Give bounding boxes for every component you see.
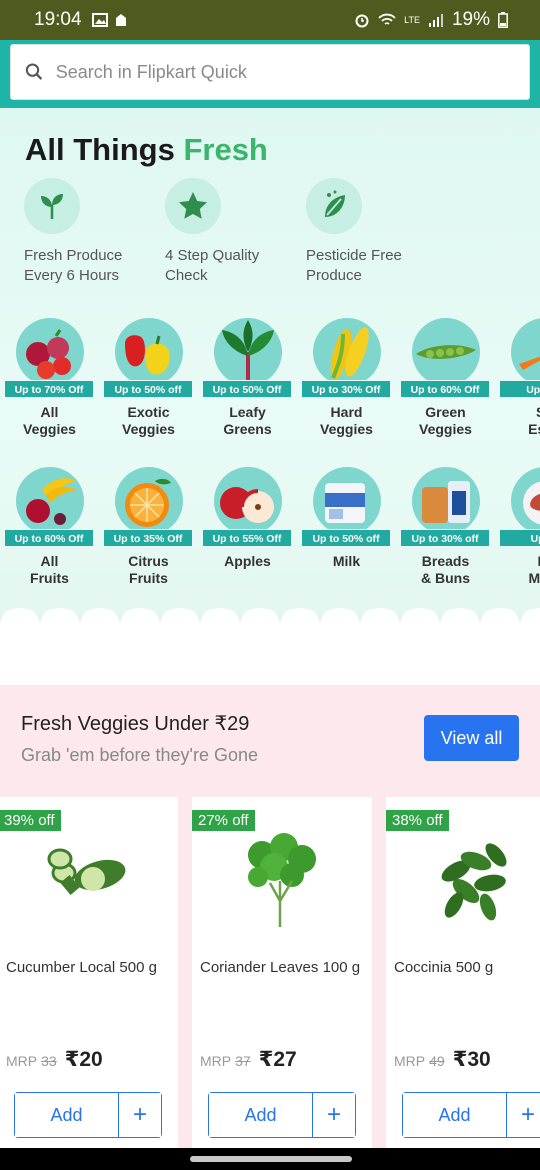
category-green-veggies[interactable]: Up to 60% Off Green Veggies	[396, 318, 495, 438]
discount-badge: 38% off	[386, 810, 449, 831]
wifi-icon	[378, 13, 396, 25]
corn-icon	[330, 327, 369, 380]
category-salad-essentials[interactable]: Up to 3 Sa Esse	[495, 318, 540, 438]
battery-icon	[498, 12, 508, 28]
scalloped-edge	[0, 608, 540, 628]
category-all-fruits[interactable]: Up to 60% Off All Fruits	[0, 467, 99, 587]
search-input[interactable]	[55, 61, 515, 83]
product-card-cucumber[interactable]: 39% off Cucumber Local 500 g MRP 33 ₹20 …	[0, 797, 178, 1148]
selling-price: ₹20	[64, 1048, 103, 1071]
feature-item: 4 Step Quality Check	[165, 178, 306, 286]
apple-icon	[219, 487, 274, 523]
discount-badge: 27% off	[192, 810, 255, 831]
add-control: Add +	[208, 1092, 356, 1138]
plus-button[interactable]: +	[313, 1093, 355, 1137]
status-bar: 19:04 LTE 19%	[0, 0, 540, 40]
plus-button[interactable]: +	[507, 1093, 540, 1137]
product-card-coccinia[interactable]: 38% off Coccinia 500 g MRP 49 ₹30 Add +	[386, 797, 540, 1148]
section-title: All Things Fresh	[25, 132, 268, 167]
selling-price: ₹27	[258, 1048, 297, 1071]
view-all-button[interactable]: View all	[424, 715, 519, 761]
bread-icon	[421, 481, 470, 523]
add-button[interactable]: Add	[15, 1093, 119, 1137]
deals-subtitle: Grab 'em before they're Gone	[21, 745, 258, 765]
gallery-icon	[91, 13, 108, 27]
feature-item: Pesticide Free Produce	[306, 178, 447, 286]
fresh-section: All Things Fresh Fresh Produce Every 6 H…	[0, 108, 540, 628]
leafy-greens-icon	[221, 320, 274, 384]
home-gesture-handle[interactable]	[190, 1156, 352, 1162]
status-time: 19:04	[34, 9, 82, 30]
product-name: Cucumber Local 500 g	[6, 959, 157, 976]
category-all-veggies[interactable]: Up to 70% Off All Veggies	[0, 318, 99, 438]
feature-list: Fresh Produce Every 6 Hours 4 Step Quali…	[24, 178, 447, 286]
add-control: Add +	[402, 1092, 540, 1138]
alarm-icon	[355, 14, 369, 28]
carrot-icon	[518, 356, 540, 370]
meat-icon	[522, 481, 540, 525]
coccinia-icon	[441, 843, 507, 921]
feature-item: Fresh Produce Every 6 Hours	[24, 178, 165, 286]
star-icon	[179, 192, 207, 219]
milk-pack-icon	[324, 483, 365, 523]
cucumber-icon	[47, 848, 126, 895]
product-name: Coccinia 500 g	[394, 959, 494, 976]
category-leafy-greens[interactable]: Up to 50% Off Leafy Greens	[198, 318, 297, 438]
category-milk[interactable]: Up to 50% off Milk	[297, 467, 396, 587]
category-citrus-fruits[interactable]: Up to 35% Off Citrus Fruits	[99, 467, 198, 587]
mrp-value: 37	[235, 1053, 251, 1069]
peas-icon	[415, 345, 476, 359]
category-fresh-meat[interactable]: Up to Fr Meat	[495, 467, 540, 587]
leaf-drop-icon	[325, 190, 345, 217]
deals-title: Fresh Veggies Under ₹29	[21, 713, 250, 735]
mrp-value: 49	[429, 1053, 445, 1069]
category-row: Up to 60% Off All Fruits Up to 35% Off C…	[0, 467, 540, 587]
discount-badge: 39% off	[0, 810, 61, 831]
orange-icon	[124, 478, 171, 527]
gesture-nav-bar	[0, 1148, 540, 1170]
product-card-coriander[interactable]: 27% off Coriander Leaves 100 g MRP 37 ₹2…	[192, 797, 372, 1148]
product-name: Coriander Leaves 100 g	[200, 959, 361, 976]
battery-percent: 19%	[451, 9, 490, 30]
signal-icon	[428, 14, 443, 27]
add-button[interactable]: Add	[209, 1093, 313, 1137]
bell-pepper-icon	[124, 335, 170, 375]
plus-button[interactable]: +	[119, 1093, 161, 1137]
category-hard-veggies[interactable]: Up to 30% Off Hard Veggies	[297, 318, 396, 438]
fresh-veggies-deals: Fresh Veggies Under ₹29 Grab 'em before …	[0, 685, 540, 1148]
leaf-sprout-icon	[41, 194, 63, 219]
coriander-icon	[248, 833, 316, 927]
search-bar[interactable]	[10, 44, 530, 100]
mrp-value: 33	[41, 1053, 57, 1069]
search-icon	[25, 63, 43, 80]
search-header	[0, 40, 540, 108]
network-type: LTE	[404, 14, 420, 25]
category-row: Up to 70% Off All Veggies Up to 50% off …	[0, 318, 540, 438]
add-control: Add +	[14, 1092, 162, 1138]
fruits-icon	[25, 478, 76, 525]
selling-price: ₹30	[452, 1048, 491, 1071]
category-breads-buns[interactable]: Up to 30% off Breads & Buns	[396, 467, 495, 587]
category-apples[interactable]: Up to 55% Off Apples	[198, 467, 297, 587]
notification-icon	[115, 14, 126, 26]
veggies-icon	[25, 329, 71, 379]
add-button[interactable]: Add	[403, 1093, 507, 1137]
category-exotic-veggies[interactable]: Up to 50% off Exotic Veggies	[99, 318, 198, 438]
product-carousel[interactable]: 39% off Cucumber Local 500 g MRP 33 ₹20 …	[0, 797, 540, 1148]
